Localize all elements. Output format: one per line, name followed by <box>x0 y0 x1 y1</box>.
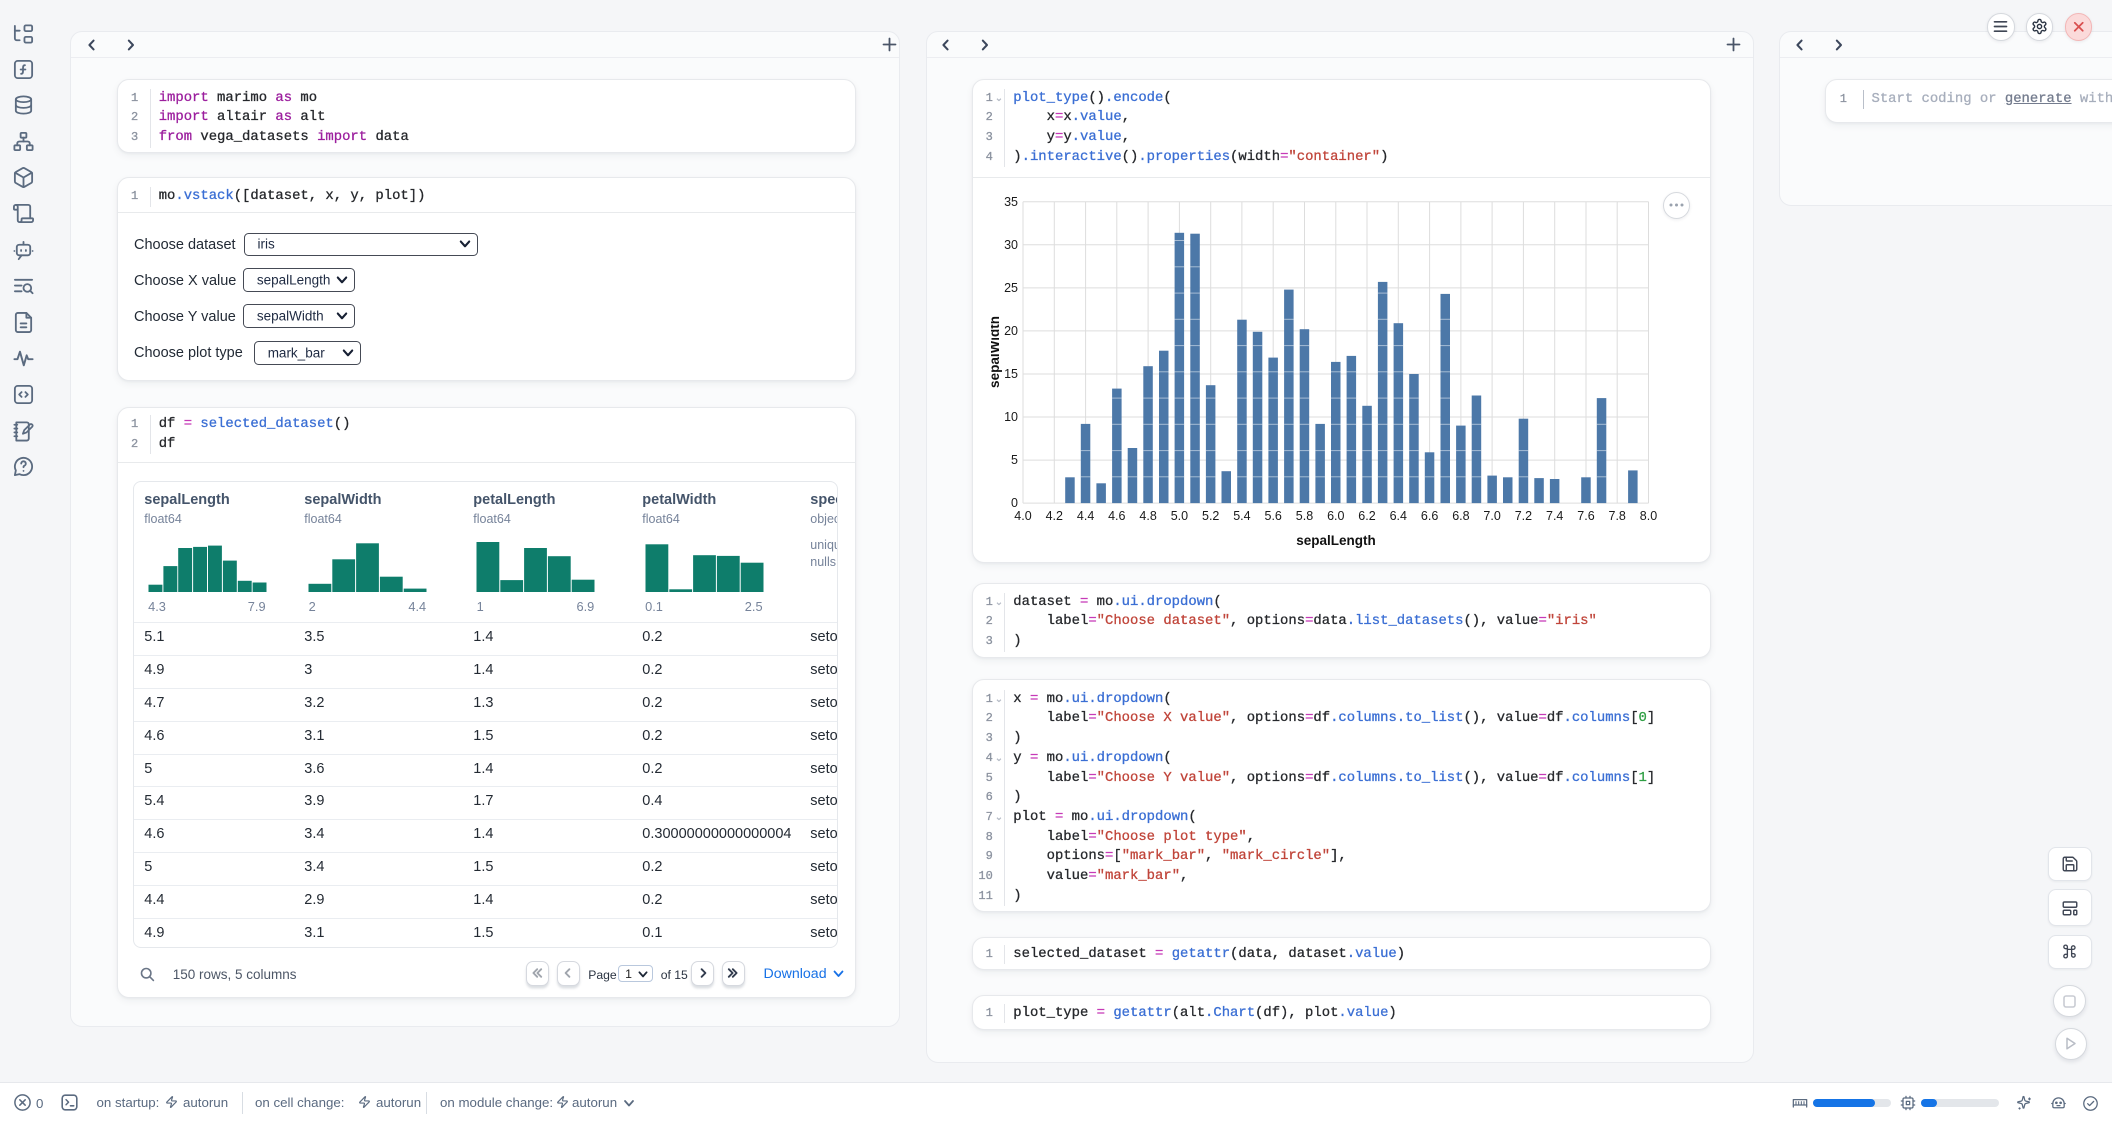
svg-text:5.8: 5.8 <box>1296 509 1313 523</box>
svg-text:6.4: 6.4 <box>1389 509 1406 523</box>
svg-text:4.0: 4.0 <box>1014 509 1031 523</box>
svg-text:5.6: 5.6 <box>1264 509 1281 523</box>
svg-text:5.0: 5.0 <box>1171 509 1188 523</box>
svg-text:sepalLength: sepalLength <box>1296 533 1376 548</box>
svg-text:6.6: 6.6 <box>1421 509 1438 523</box>
svg-text:6.8: 6.8 <box>1452 509 1469 523</box>
svg-text:5.2: 5.2 <box>1202 509 1219 523</box>
svg-text:7.6: 7.6 <box>1577 509 1594 523</box>
svg-text:5: 5 <box>1011 453 1018 467</box>
svg-text:7.0: 7.0 <box>1483 509 1500 523</box>
svg-text:sepalWidth: sepalWidth <box>991 316 1002 388</box>
svg-text:5.4: 5.4 <box>1233 509 1250 523</box>
svg-text:4.8: 4.8 <box>1139 509 1156 523</box>
svg-text:25: 25 <box>1004 281 1018 295</box>
svg-text:6.0: 6.0 <box>1327 509 1344 523</box>
svg-text:0: 0 <box>1011 496 1018 510</box>
svg-text:35: 35 <box>1004 194 1018 208</box>
svg-text:7.4: 7.4 <box>1546 509 1563 523</box>
svg-text:10: 10 <box>1004 410 1018 424</box>
svg-text:4.2: 4.2 <box>1045 509 1062 523</box>
svg-text:4.6: 4.6 <box>1108 509 1125 523</box>
svg-text:15: 15 <box>1004 367 1018 381</box>
svg-text:7.2: 7.2 <box>1515 509 1532 523</box>
svg-text:8.0: 8.0 <box>1640 509 1657 523</box>
svg-text:30: 30 <box>1004 237 1018 251</box>
svg-text:7.8: 7.8 <box>1608 509 1625 523</box>
svg-text:6.2: 6.2 <box>1358 509 1375 523</box>
svg-text:20: 20 <box>1004 324 1018 338</box>
svg-text:4.4: 4.4 <box>1077 509 1094 523</box>
